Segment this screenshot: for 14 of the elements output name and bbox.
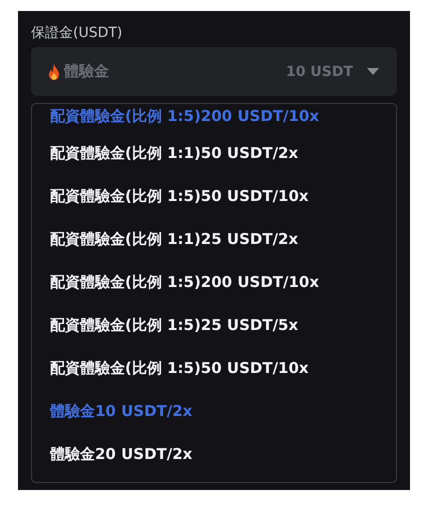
select-value: 體驗金 bbox=[64, 62, 110, 81]
dropdown-option[interactable]: 配資體驗金(比例 1:5)200 USDT/10x bbox=[50, 261, 396, 304]
dropdown-option[interactable]: 配資體驗金(比例 1:5)50 USDT/10x bbox=[50, 175, 396, 218]
dropdown-option[interactable]: 配資體驗金(比例 1:5)50 USDT/10x bbox=[50, 347, 396, 390]
field-label: 保證金(USDT) bbox=[31, 25, 124, 41]
caret-icon bbox=[367, 68, 379, 75]
dropdown-option[interactable]: 配資體驗金(比例 1:5)200 USDT/10x bbox=[50, 104, 396, 132]
dropdown-option[interactable]: 配資體驗金(比例 1:5)25 USDT/5x bbox=[50, 304, 396, 347]
flame-icon bbox=[48, 64, 60, 80]
dropdown-option[interactable]: 配資體驗金(比例 1:1)50 USDT/2x bbox=[50, 132, 396, 175]
dropdown-option[interactable]: 體驗金10 USDT/2x bbox=[50, 390, 396, 433]
dropdown-option[interactable]: 體驗金20 USDT/2x bbox=[50, 433, 396, 476]
dropdown-option[interactable]: 配資體驗金(比例 1:1)25 USDT/2x bbox=[50, 218, 396, 261]
amount-text: 10 USDT bbox=[286, 64, 353, 80]
